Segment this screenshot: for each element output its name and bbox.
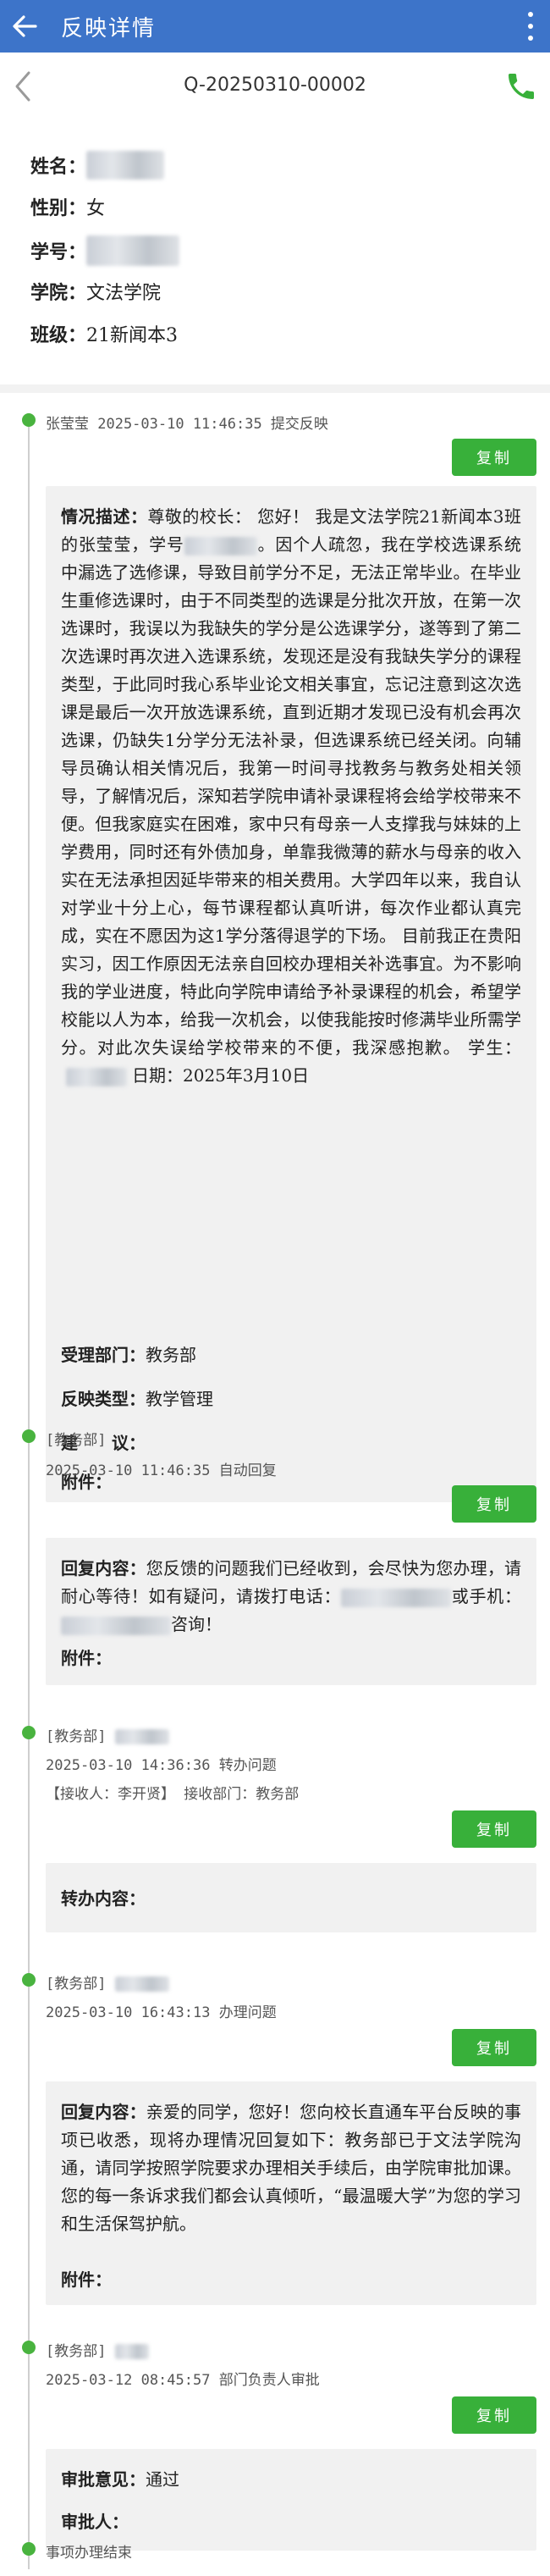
gender-value: 女 [86, 198, 106, 219]
page-title: 反映详情 [61, 15, 157, 41]
auto-reply-content: 回复内容：您反馈的问题我们已经收到，会尽快为您办理，请耐心等待！如有疑问，请拨打… [61, 1555, 521, 1639]
phone-icon[interactable] [504, 69, 538, 103]
reply-label: 回复内容： [61, 1558, 146, 1578]
back-arrow-icon[interactable] [8, 0, 41, 53]
class-label: 班级： [30, 324, 87, 346]
description-text-b: 。因个人疏忽，我在学校选课系统中漏选了选修课，导致目前学分不足，无法正常毕业。在… [61, 534, 522, 1058]
dept-value: 教务部 [146, 1345, 196, 1365]
copy-button[interactable]: 复制 [452, 1810, 536, 1848]
forward-receiver: 【接收人：李开贤】 接收部门：教务部 [46, 1782, 299, 1803]
gender-row: 性别： 女 [30, 193, 105, 220]
auto-reply-card: 回复内容：您反馈的问题我们已经收到，会尽快为您办理，请耐心等待！如有疑问，请拨打… [46, 1538, 536, 1685]
gender-label: 性别： [30, 197, 87, 219]
phone-redacted [341, 1588, 452, 1607]
type-field: 反映类型：教学管理 [61, 1385, 213, 1410]
situation-description: 情况描述：尊敬的校长： 您好！ 我是文法学院21新闻本3班的张莹莹，学号 。因个人… [61, 503, 521, 1090]
event-header: 2025-03-10 14:36:36 转办问题 [46, 1757, 277, 1774]
event-tag: [教务部] [46, 1724, 169, 1745]
timeline-dot [22, 413, 36, 427]
event-tag: [教务部] [46, 2339, 149, 2360]
event-header: 张莹莹 2025-03-10 11:46:35 提交反映 [46, 416, 328, 433]
forward-card: 转办内容： [46, 1863, 536, 1932]
timeline-dot [22, 2341, 36, 2354]
attachment-label: 附件： [61, 1648, 112, 1668]
handle-reply-content: 回复内容：亲爱的同学，您好！您向校长直通车平台反映的事项已收悉，现将办理情况回复… [61, 2098, 521, 2238]
staff-redacted [114, 1976, 169, 1992]
student-id-label: 学号： [30, 241, 87, 263]
receiver-dept-value: 教务部 [256, 1786, 300, 1803]
event-tag-text: [教务部] [46, 1728, 107, 1745]
event-header: 2025-03-10 16:43:13 办理问题 [46, 2004, 277, 2021]
description-label: 情况描述： [61, 506, 148, 527]
reply-text-c: 咨询！ [171, 1614, 222, 1634]
forward-content: 转办内容： [61, 1885, 146, 1910]
student-id-redacted [184, 536, 257, 556]
type-value: 教学管理 [146, 1389, 213, 1409]
app-bar: 反映详情 [0, 0, 550, 53]
more-options-icon[interactable] [526, 8, 535, 44]
opinion-value: 通过 [146, 2469, 179, 2490]
handle-card: 回复内容：亲爱的同学，您好！您向校长直通车平台反映的事项已收悉，现将办理情况回复… [46, 2081, 536, 2305]
copy-button[interactable]: 复制 [452, 439, 536, 476]
event-tag: [教务部] [46, 1971, 169, 1993]
timeline-dot [22, 1973, 36, 1987]
student-id-redacted [86, 235, 180, 266]
class-row: 班级： 21新闻本3 [30, 320, 178, 347]
dept-field: 受理部门：教务部 [61, 1341, 196, 1366]
submission-card: 情况描述：尊敬的校长： 您好！ 我是文法学院21新闻本3班的张莹莹，学号 。因个人… [46, 486, 536, 1502]
end-status: 事项办理结束 [46, 2545, 132, 2562]
receiver-label: 【接收人： [46, 1786, 118, 1803]
event-tag-text: [教务部] [46, 2343, 107, 2360]
approval-opinion: 审批意见：通过 [61, 2466, 179, 2490]
event-tag-text: [教务部] [46, 1976, 107, 1993]
type-label: 反映类型： [61, 1389, 146, 1409]
case-code: Q-20250310-00002 [184, 75, 366, 96]
event-header: 2025-03-10 11:46:35 自动回复 [46, 1462, 277, 1479]
forward-label: 转办内容： [61, 1888, 146, 1909]
copy-button[interactable]: 复制 [452, 2029, 536, 2066]
signature-redacted [66, 1067, 127, 1086]
approver: 审批人： [61, 2508, 129, 2533]
approval-card: 审批意见：通过 审批人： [46, 2449, 536, 2551]
reply-text-b: 或手机： [451, 1586, 522, 1606]
student-info: 姓名： 性别： 女 学号： 学院： 文法学院 班级： 21新闻本3 [0, 120, 550, 384]
timeline-dot [22, 1726, 36, 1739]
event-tag: [教务部] [46, 1432, 107, 1449]
attachment-field: 附件： [61, 1645, 112, 1669]
mobile-redacted [61, 1616, 171, 1635]
timeline-dot [22, 2542, 36, 2556]
description-date: 日期：2025年3月10日 [132, 1065, 310, 1086]
event-header: 2025-03-12 08:45:57 部门负责人审批 [46, 2372, 320, 2389]
name-label: 姓名： [30, 156, 87, 178]
dept-label: 受理部门： [61, 1345, 146, 1365]
class-value: 21新闻本3 [86, 325, 179, 346]
receiver-value: 李开贤 [118, 1786, 161, 1803]
timeline-line [28, 418, 30, 2569]
timeline-dot [22, 1429, 36, 1443]
college-value: 文法学院 [86, 283, 162, 304]
student-id-row: 学号： [30, 235, 180, 266]
staff-redacted [114, 1729, 169, 1744]
receiver-dept-label: 】 接收部门： [161, 1786, 256, 1803]
copy-button[interactable]: 复制 [452, 2396, 536, 2434]
process-timeline: 张莹莹 2025-03-10 11:46:35 提交反映 复制 情况描述：尊敬的… [0, 393, 550, 2576]
college-label: 学院： [30, 282, 87, 304]
copy-button[interactable]: 复制 [452, 1485, 536, 1523]
name-row: 姓名： [30, 151, 165, 180]
staff-redacted [114, 2344, 149, 2359]
attachment-label: 附件： [61, 2269, 112, 2290]
opinion-label: 审批意见： [61, 2469, 146, 2490]
reply-label: 回复内容： [61, 2102, 146, 2122]
case-header: Q-20250310-00002 [0, 53, 550, 121]
approver-label: 审批人： [61, 2512, 129, 2532]
college-row: 学院： 文法学院 [30, 278, 161, 305]
section-divider [0, 384, 550, 393]
name-redacted [86, 151, 165, 180]
attachment-field: 附件： [61, 2266, 112, 2291]
